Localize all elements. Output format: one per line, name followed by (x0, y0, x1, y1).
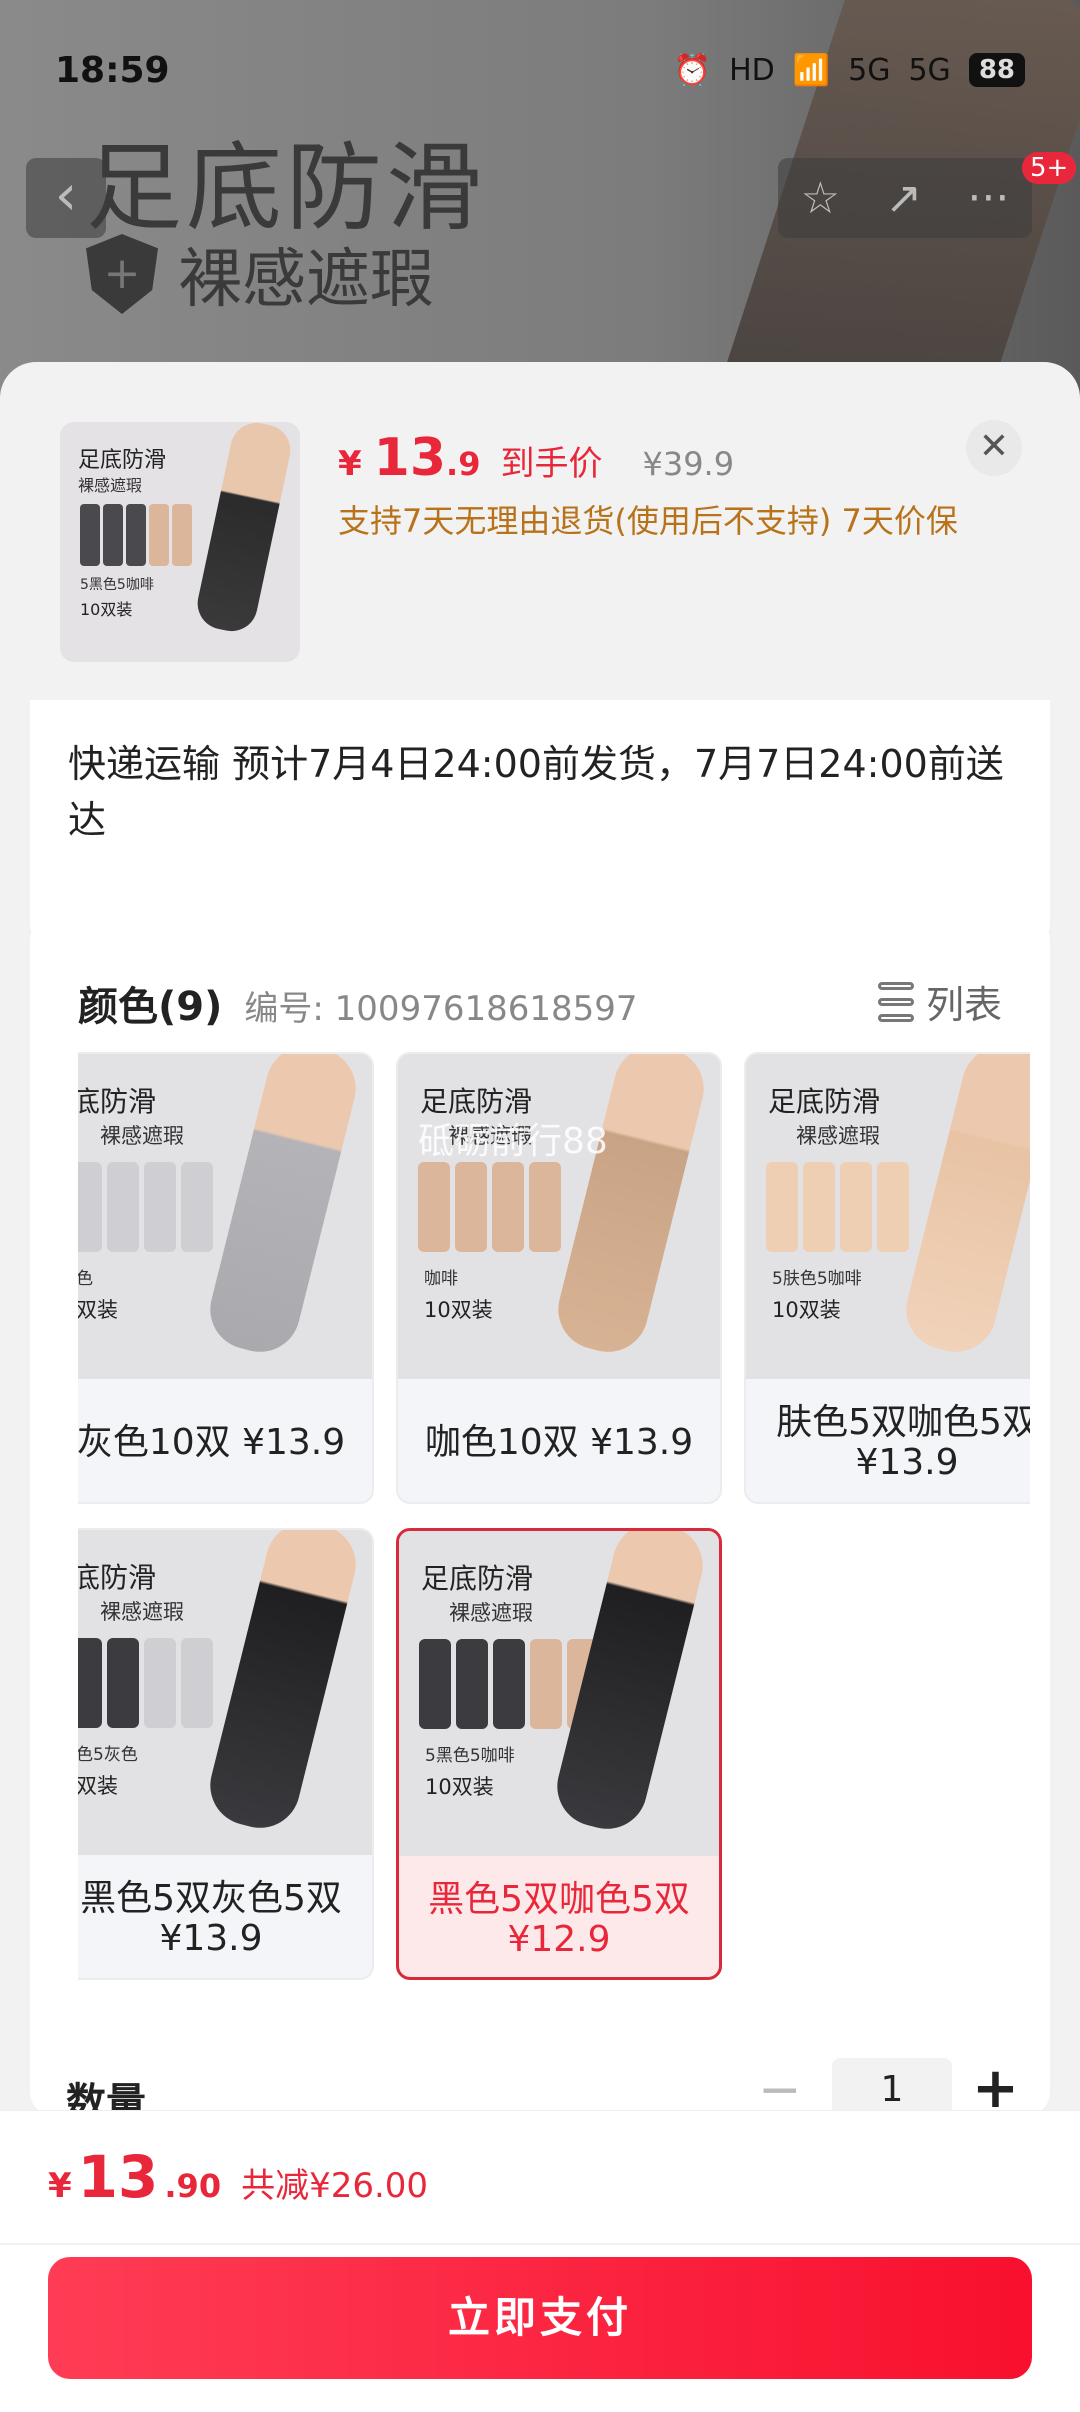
original-price: ¥39.9 (642, 445, 735, 483)
option-image-line1: 色5灰色 (78, 1745, 138, 1765)
checkout-footer: ¥ 13 .90 共减¥26.00 立即支付 (0, 2110, 1080, 2412)
footer-divider (0, 2243, 1080, 2245)
option-label: 黑色5双灰色5双 ¥13.9 (80, 1878, 342, 1959)
product-header: 足底防滑 裸感遮瑕 5黑色5咖啡 10双装 ¥ 13 .9 到手价 ¥39.9 … (0, 362, 1080, 692)
price-integer: 13 (373, 428, 447, 488)
close-icon: ✕ (978, 426, 1010, 467)
battery-icon: 88 (968, 53, 1025, 87)
chevron-left-icon: ‹ (54, 163, 78, 228)
option-image: 足底防滑 裸感遮瑕 咖啡 10双装 砥砺前行88 (398, 1054, 720, 1379)
option-image-subtitle: 裸感遮瑕 (449, 1601, 533, 1625)
status-icons: ⏰ HD 📶 5G 5G 88 (674, 53, 1025, 88)
option-image-line2: 10双装 (425, 1775, 494, 1799)
watermark: 砥砺前行88 (418, 1121, 608, 1162)
footer-currency: ¥ (48, 2166, 72, 2206)
option-image: 底防滑 裸感遮瑕 色5灰色 双装 (78, 1530, 372, 1855)
thumb-line2: 10双装 (80, 600, 133, 619)
option-image-title: 足底防滑 (421, 1562, 534, 1595)
option-socks (766, 1162, 909, 1252)
currency-symbol: ¥ (338, 444, 362, 484)
option-socks (419, 1639, 599, 1729)
color-option[interactable]: 足底防滑 裸感遮瑕 咖啡 10双装 砥砺前行88 咖色10双 ¥13.9 (396, 1052, 722, 1504)
alarm-icon: ⏰ (673, 52, 712, 88)
price-line: ¥ 13 .9 到手价 ¥39.9 (338, 428, 734, 488)
option-image-title: 底防滑 (78, 1085, 157, 1118)
sku-selector-sheet: 足底防滑 裸感遮瑕 5黑色5咖啡 10双装 ¥ 13 .9 到手价 ¥39.9 … (0, 362, 1080, 2412)
share-icon[interactable]: ↗ (885, 173, 922, 224)
option-image-title: 足底防滑 (768, 1085, 881, 1118)
hd-icon: HD (729, 52, 775, 88)
spec-header: 颜色(9) 编号: 10097618618597 (78, 974, 638, 1032)
option-leg-image (897, 1054, 1030, 1361)
spec-card: 颜色(9) 编号: 10097618618597 列表 底防滑 裸感遮瑕 色 双… (30, 916, 1050, 2116)
spec-code: 编号: 10097618618597 (244, 989, 638, 1029)
color-option[interactable]: 底防滑 裸感遮瑕 色5灰色 双装 黑色5双灰色5双 ¥13.9 (78, 1528, 374, 1980)
footer-saving: 共减¥26.00 (241, 2166, 429, 2206)
product-thumbnail[interactable]: 足底防滑 裸感遮瑕 5黑色5咖啡 10双装 (60, 422, 300, 662)
thumb-line1: 5黑色5咖啡 (80, 577, 154, 593)
option-label: 灰色10双 ¥13.9 (78, 1422, 346, 1463)
background-subtitle: 裸感遮瑕 (178, 243, 434, 317)
color-options-grid: 底防滑 裸感遮瑕 色 双装 灰色10双 ¥13.9 足底防滑 裸感遮瑕 咖啡 1… (78, 1052, 1030, 2012)
shield-icon: + (86, 234, 158, 314)
option-label: 咖色10双 ¥13.9 (424, 1422, 694, 1463)
option-leg-image (201, 1054, 365, 1361)
shipping-card: 快递运输 预计7月4日24:00前发货，7月7日24:00前送达 (30, 700, 1050, 948)
option-image: 足底防滑 裸感遮瑕 5肤色5咖啡 10双装 (746, 1054, 1030, 1379)
signal-icon: 5G (848, 52, 891, 88)
option-socks (418, 1162, 561, 1252)
footer-price: ¥ 13 .90 共减¥26.00 (48, 2143, 428, 2211)
star-icon[interactable]: ☆ (801, 173, 840, 224)
footer-price-integer: 13 (77, 2143, 159, 2211)
close-button[interactable]: ✕ (966, 420, 1022, 476)
option-label: 黑色5双咖色5双 ¥12.9 (428, 1879, 690, 1960)
back-button[interactable]: ‹ (26, 158, 106, 238)
color-option-selected[interactable]: 足底防滑 裸感遮瑕 5黑色5咖啡 10双装 黑色5双咖色5双 ¥12.9 (396, 1528, 722, 1980)
option-image-line2: 双装 (78, 1298, 118, 1322)
option-image-line1: 5肤色5咖啡 (772, 1269, 862, 1289)
option-label: 肤色5双咖色5双 ¥13.9 (776, 1402, 1030, 1483)
thumb-title: 足底防滑 (78, 448, 167, 473)
thumb-subtitle: 裸感遮瑕 (78, 476, 143, 495)
list-view-toggle[interactable]: 列表 (877, 974, 1002, 1029)
option-image-line2: 10双装 (772, 1298, 841, 1322)
option-image-line1: 5黑色5咖啡 (425, 1746, 515, 1766)
option-socks (78, 1638, 213, 1728)
option-image-line1: 咖啡 (424, 1269, 458, 1289)
pay-now-button[interactable]: 立即支付 (48, 2257, 1032, 2379)
signal-icon-2: 5G (908, 52, 951, 88)
footer-price-decimal: .90 (164, 2167, 222, 2205)
notification-badge: 5+ (1022, 152, 1077, 184)
option-image-line1: 色 (78, 1264, 93, 1289)
shipping-text: 快递运输 预计7月4日24:00前发货，7月7日24:00前送达 (68, 742, 1004, 842)
top-actions: ☆ ↗ ··· (778, 158, 1032, 238)
wifi-icon: 📶 (792, 52, 831, 88)
color-option[interactable]: 底防滑 裸感遮瑕 色 双装 灰色10双 ¥13.9 (78, 1052, 374, 1504)
option-socks (78, 1162, 213, 1252)
spec-title: 颜色(9) (78, 984, 223, 1030)
option-leg-image (201, 1530, 365, 1837)
return-policy: 支持7天无理由退货(使用后不支持) 7天价保 (338, 502, 958, 540)
option-image-subtitle: 裸感遮瑕 (796, 1124, 880, 1148)
option-image-line2: 10双装 (424, 1298, 493, 1322)
list-label: 列表 (925, 983, 1002, 1027)
price-tag: 到手价 (500, 444, 603, 484)
option-image-subtitle: 裸感遮瑕 (100, 1600, 184, 1624)
option-image-subtitle: 裸感遮瑕 (100, 1124, 184, 1148)
option-image-title: 底防滑 (78, 1561, 157, 1594)
status-time: 18:59 (55, 49, 170, 91)
thumb-socks (80, 504, 192, 566)
option-image: 底防滑 裸感遮瑕 色 双装 (78, 1054, 372, 1379)
status-bar: 18:59 ⏰ HD 📶 5G 5G 88 (0, 0, 1080, 140)
thumb-leg-image (192, 422, 296, 636)
option-image: 足底防滑 裸感遮瑕 5黑色5咖啡 10双装 (399, 1531, 719, 1856)
color-option[interactable]: 足底防滑 裸感遮瑕 5肤色5咖啡 10双装 肤色5双咖色5双 ¥13.9 (744, 1052, 1030, 1504)
price-decimal: .9 (446, 445, 481, 483)
option-image-line2: 双装 (78, 1774, 118, 1798)
more-icon[interactable]: ··· (967, 173, 1009, 224)
list-icon (877, 981, 914, 1022)
option-leg-image (549, 1054, 713, 1361)
background-subtitle-row: + 裸感遮瑕 (86, 228, 434, 320)
